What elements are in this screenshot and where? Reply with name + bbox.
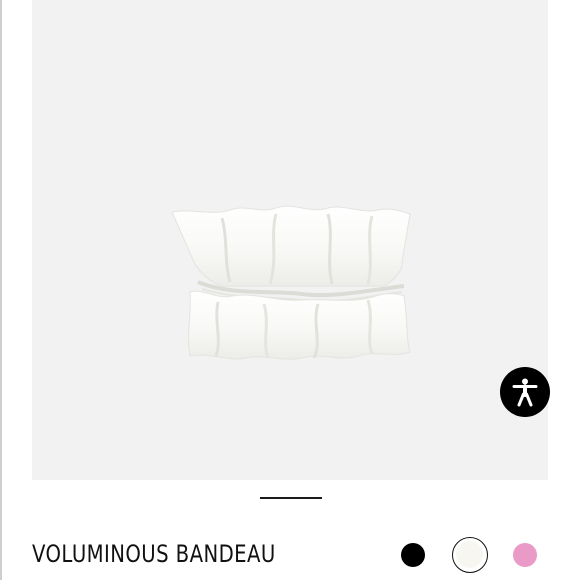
color-swatch-black[interactable] bbox=[398, 540, 428, 570]
left-divider bbox=[0, 0, 2, 580]
bandeau-illustration bbox=[171, 205, 411, 360]
gallery-pager-indicator[interactable] bbox=[260, 497, 322, 499]
accessibility-icon bbox=[512, 378, 538, 407]
swatch-dot bbox=[456, 541, 483, 568]
swatch-dot bbox=[513, 543, 537, 567]
accessibility-button[interactable] bbox=[500, 367, 550, 417]
color-swatch-pink[interactable] bbox=[510, 540, 540, 570]
product-image[interactable] bbox=[32, 0, 548, 480]
product-page: VOLUMINOUS BANDEAU bbox=[0, 0, 580, 580]
color-swatch-white-selected[interactable] bbox=[452, 537, 488, 573]
product-name: VOLUMINOUS BANDEAU bbox=[32, 540, 276, 568]
swatch-dot bbox=[401, 543, 425, 567]
